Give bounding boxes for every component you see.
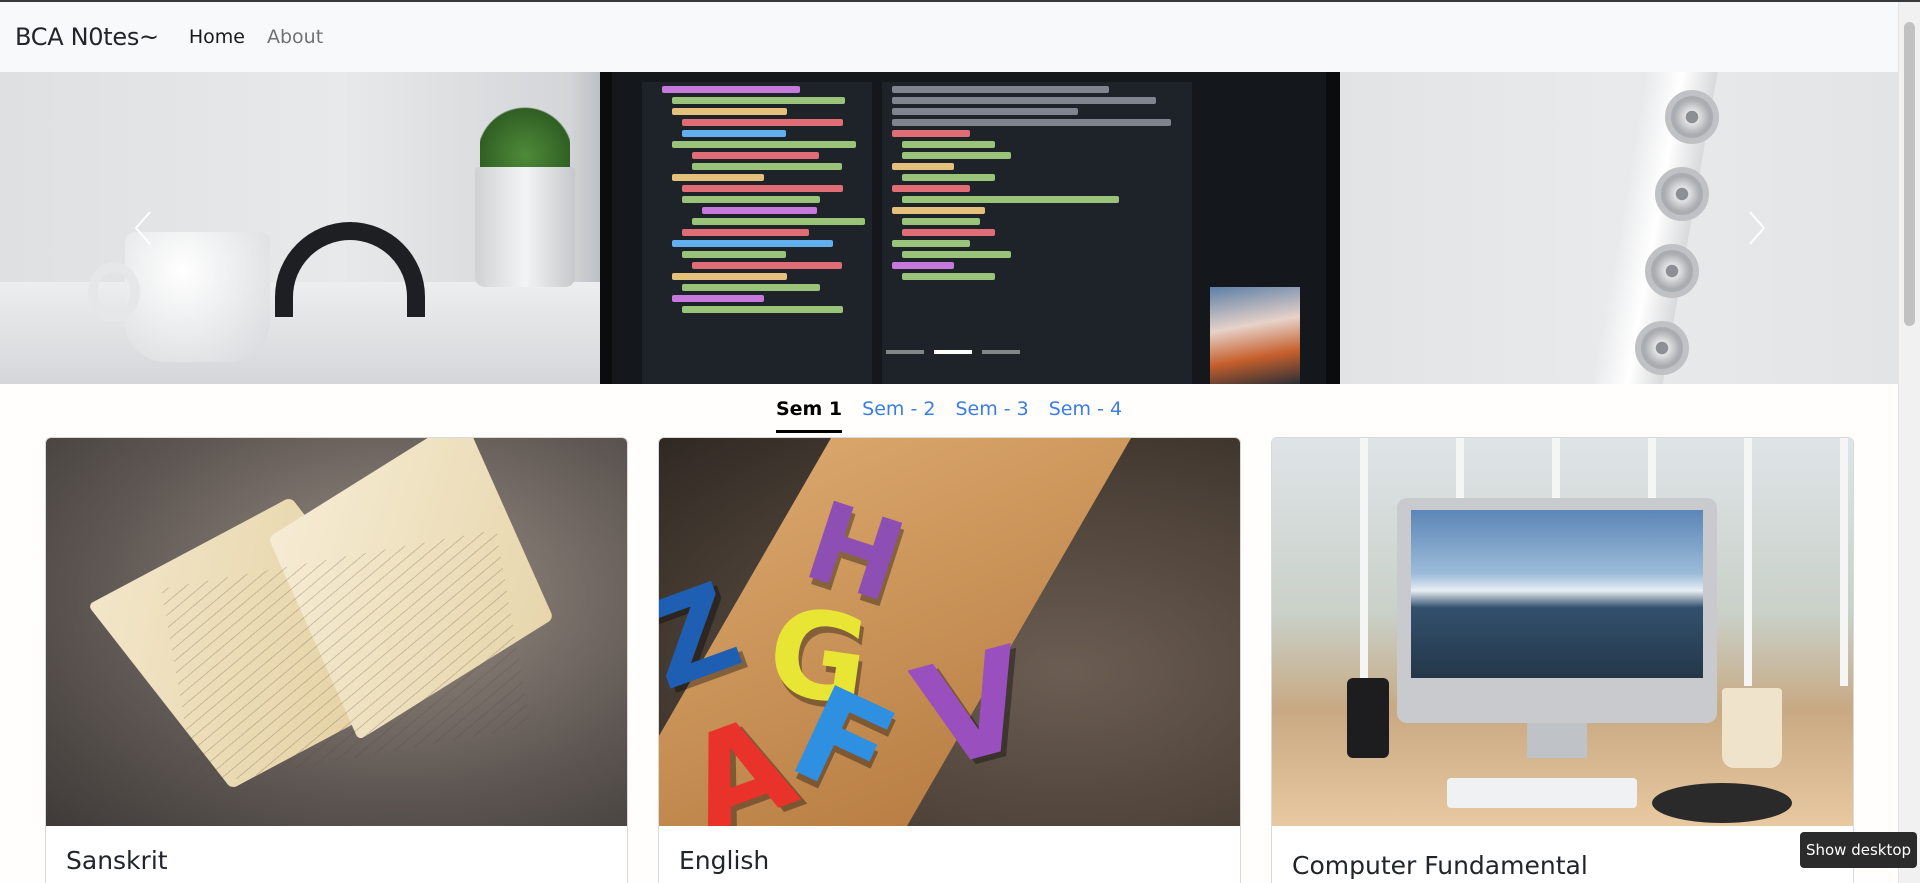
hero-carousel [0, 72, 1898, 384]
carousel-indicator-1[interactable] [886, 350, 924, 354]
mug-image [1722, 688, 1782, 768]
chevron-left-icon [134, 211, 151, 245]
mug-image [125, 232, 270, 362]
carousel-slide-image [0, 72, 1898, 384]
page-scrollbar[interactable] [1898, 2, 1920, 883]
tab-sem-4[interactable]: Sem - 4 [1049, 398, 1122, 430]
chevron-right-icon [1749, 211, 1766, 245]
navbar: BCA N0tes~ Home About [0, 2, 1898, 72]
fan-image [1645, 244, 1699, 298]
carousel-indicators [886, 350, 1020, 354]
phone-image [1347, 678, 1389, 758]
subject-card-sanskrit[interactable]: Sanskrit [45, 437, 628, 883]
card-title[interactable]: English [679, 846, 769, 875]
tab-sem-3[interactable]: Sem - 3 [955, 398, 1028, 430]
scrollbar-thumb[interactable] [1904, 22, 1915, 326]
card-image-desk [1272, 438, 1853, 826]
carousel-indicator-2[interactable] [934, 350, 972, 354]
imac-image [1397, 498, 1717, 723]
card-title[interactable]: Computer Fundamental [1292, 851, 1588, 880]
subject-card-english[interactable]: H G Z F V A English [658, 437, 1241, 883]
keyboard-image [1447, 778, 1637, 808]
carousel-indicator-3[interactable] [982, 350, 1020, 354]
tab-sem-1[interactable]: Sem 1 [775, 398, 843, 433]
wallpaper-mountain [1210, 287, 1300, 384]
card-title[interactable]: Sanskrit [66, 846, 168, 875]
show-desktop-tooltip: Show desktop [1800, 832, 1917, 868]
subject-card-computer-fundamental[interactable]: Computer Fundamental [1271, 437, 1854, 883]
headphones-image [275, 222, 425, 317]
fan-image [1665, 90, 1719, 144]
imac-screen [1411, 510, 1703, 678]
code-pane-right [882, 82, 1192, 384]
mousepad-image [1652, 783, 1792, 823]
code-pane-left [642, 82, 872, 384]
tab-sem-2[interactable]: Sem - 2 [862, 398, 935, 430]
carousel-next-button[interactable] [1742, 208, 1772, 248]
semester-tabs: Sem 1 Sem - 2 Sem - 3 Sem - 4 [0, 384, 1898, 436]
brand-logo[interactable]: BCA N0tes~ [15, 23, 159, 51]
card-image-book [46, 438, 627, 826]
imac-stand [1527, 723, 1587, 758]
fan-image [1655, 167, 1709, 221]
mug-handle [88, 262, 140, 322]
plant-pot [475, 167, 575, 287]
fan-image [1635, 321, 1689, 375]
card-image-letters: H G Z F V A [659, 438, 1240, 826]
carousel-prev-button[interactable] [128, 208, 158, 248]
nav-link-about[interactable]: About [267, 26, 323, 48]
nav-link-home[interactable]: Home [189, 26, 245, 48]
